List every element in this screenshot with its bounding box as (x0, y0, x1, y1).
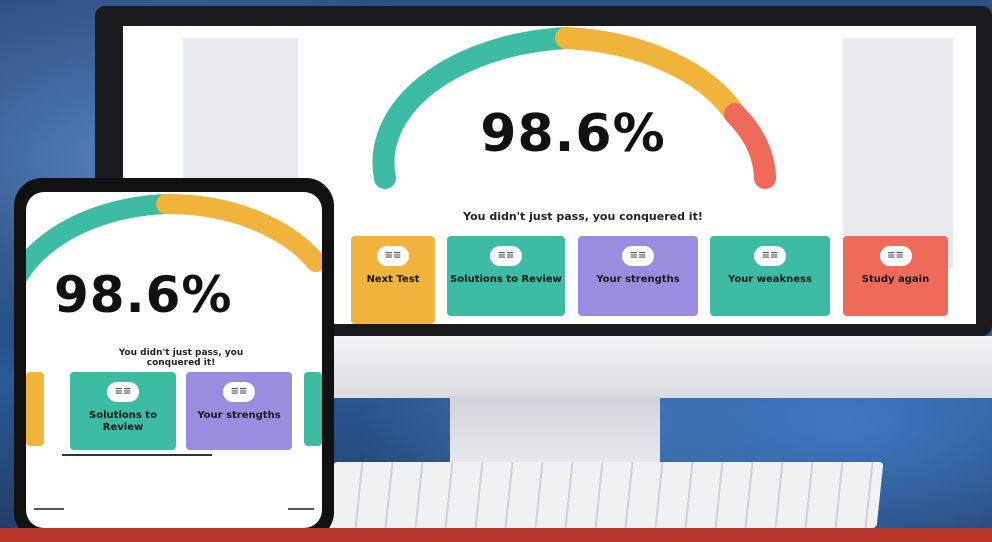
tile-next-test[interactable]: ≡≡ Next Test (351, 236, 435, 324)
tile-label: Your weakness (728, 274, 812, 285)
gauge-segment-orange (156, 193, 322, 272)
tile-study-again[interactable]: ≡≡ Study again (843, 236, 948, 316)
mobile-divider (62, 454, 212, 456)
tile-your-weakness[interactable]: ≡≡ Your weakness (710, 236, 830, 316)
mobile-screen: 98.6% You didn't just pass, you conquere… (26, 192, 322, 528)
mobile-tagline: You didn't just pass, you conquered it! (118, 348, 244, 368)
tile-label: Next Test (366, 274, 420, 285)
tile-icon: ≡≡ (754, 246, 786, 266)
tile-label: Solutions to Review (450, 274, 562, 285)
desktop-score: 98.6% (480, 104, 666, 164)
tile-icon: ≡≡ (490, 246, 522, 266)
tile-label: Your strengths (197, 410, 281, 421)
tile-icon: ≡≡ (879, 246, 912, 266)
gauge-segment-red (724, 103, 776, 189)
gauge-segment-orange (555, 27, 746, 125)
monitor-stand (450, 396, 660, 466)
tile-icon: ≡≡ (622, 246, 654, 266)
mobile-tile-right-partial[interactable] (304, 372, 322, 446)
keyboard (326, 462, 884, 528)
monitor-chin (330, 336, 992, 398)
bottom-red-strip (0, 528, 992, 542)
tile-icon: ≡≡ (377, 246, 409, 266)
tile-solutions-review[interactable]: ≡≡ Solutions to Review (447, 236, 565, 316)
tile-your-strengths[interactable]: ≡≡ Your strengths (578, 236, 698, 316)
desktop-tagline: You didn't just pass, you conquered it! (463, 210, 703, 223)
mobile-score: 98.6% (54, 266, 233, 324)
tile-label: Your strengths (596, 274, 680, 285)
mobile-tile-your-strengths[interactable]: ≡≡ Your strengths (186, 372, 292, 450)
mobile-bottom-bar-right (288, 508, 314, 510)
mobile-bottom-bar-left (34, 508, 64, 510)
tile-label: Solutions to Review (89, 410, 157, 433)
tile-icon: ≡≡ (223, 382, 255, 402)
mobile-tile-left-partial[interactable] (26, 372, 44, 446)
tile-icon: ≡≡ (107, 382, 139, 402)
tile-label: Study again (861, 274, 930, 285)
mobile-phone: 98.6% You didn't just pass, you conquere… (14, 178, 334, 540)
mobile-tile-solutions-review[interactable]: ≡≡ Solutions to Review (70, 372, 176, 450)
